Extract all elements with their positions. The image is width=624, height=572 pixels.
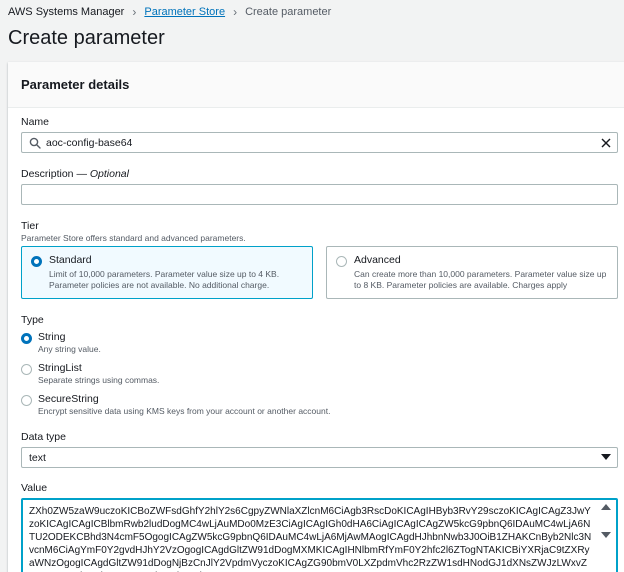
type-string-description: Any string value. xyxy=(38,344,101,354)
type-stringlist-description: Separate strings using commas. xyxy=(38,375,160,385)
data-type-label: Data type xyxy=(21,431,66,443)
tier-description: Parameter Store offers standard and adva… xyxy=(21,233,246,243)
tier-standard-description: Limit of 10,000 parameters. Parameter va… xyxy=(49,269,304,291)
data-type-select[interactable]: text xyxy=(21,447,618,468)
parameter-details-panel: Parameter details Name aoc-config-base64… xyxy=(8,62,624,572)
tier-standard-desc-line1: Limit of 10,000 parameters. Parameter va… xyxy=(49,269,280,279)
page-title: Create parameter xyxy=(8,27,165,49)
tier-standard-desc-line2: Parameter policies are not available. No… xyxy=(49,280,270,290)
description-label: Description — Optional xyxy=(21,168,129,180)
value-scrollbar[interactable] xyxy=(598,504,614,572)
name-label: Name xyxy=(21,116,50,128)
type-securestring-title: SecureString xyxy=(38,393,99,405)
value-textarea[interactable]: ZXh0ZW5zaW9uczoKICBoZWFsdGhfY2hlY2s6Cgpy… xyxy=(21,498,618,572)
type-stringlist-radio[interactable] xyxy=(21,364,32,375)
caret-down-icon[interactable] xyxy=(601,532,611,539)
breadcrumb-current: Create parameter xyxy=(245,6,332,18)
name-value: aoc-config-base64 xyxy=(46,136,133,149)
panel-title: Parameter details xyxy=(21,77,130,92)
description-input[interactable] xyxy=(21,184,618,205)
tier-standard-option[interactable]: Standard Limit of 10,000 parameters. Par… xyxy=(21,246,313,299)
tier-advanced-description: Can create more than 10,000 parameters. … xyxy=(354,269,609,291)
optional-tag: Optional xyxy=(89,168,129,180)
type-string-radio[interactable] xyxy=(21,333,32,344)
caret-up-icon[interactable] xyxy=(601,504,611,511)
close-icon[interactable] xyxy=(600,137,612,149)
name-input[interactable]: aoc-config-base64 xyxy=(21,132,618,153)
panel-header: Parameter details xyxy=(8,62,624,108)
type-string-title: String xyxy=(38,331,66,343)
tier-advanced-desc-line2: to 8 KB. Parameter policies are availabl… xyxy=(354,280,568,290)
breadcrumb: AWS Systems Manager › Parameter Store › … xyxy=(8,5,331,19)
tier-advanced-radio[interactable] xyxy=(336,256,347,267)
breadcrumb-separator: › xyxy=(132,5,137,19)
description-label-separator: — xyxy=(73,168,90,180)
tier-standard-radio[interactable] xyxy=(31,256,42,267)
type-stringlist-title: StringList xyxy=(38,362,82,374)
tier-label: Tier xyxy=(21,220,39,232)
tier-advanced-desc-line1: Can create more than 10,000 parameters. … xyxy=(354,269,607,279)
type-stringlist-option[interactable]: StringList Separate strings using commas… xyxy=(21,362,159,385)
breadcrumb-separator: › xyxy=(233,5,238,19)
tier-standard-title: Standard xyxy=(49,254,92,266)
type-string-option[interactable]: String Any string value. xyxy=(21,331,101,354)
description-label-text: Description xyxy=(21,168,74,180)
search-icon xyxy=(29,137,41,149)
tier-advanced-title: Advanced xyxy=(354,254,401,266)
breadcrumb-parameter-store[interactable]: Parameter Store xyxy=(144,6,225,18)
breadcrumb-systems-manager[interactable]: AWS Systems Manager xyxy=(8,6,124,18)
type-label: Type xyxy=(21,314,44,326)
data-type-value: text xyxy=(29,451,46,464)
value-text: ZXh0ZW5zaW9uczoKICBoZWFsdGhfY2hlY2s6Cgpy… xyxy=(29,506,592,572)
tier-advanced-option[interactable]: Advanced Can create more than 10,000 par… xyxy=(326,246,618,299)
value-label: Value xyxy=(21,482,48,494)
caret-down-icon xyxy=(601,454,611,460)
type-securestring-radio[interactable] xyxy=(21,395,32,406)
type-securestring-description: Encrypt sensitive data using KMS keys fr… xyxy=(38,406,331,416)
type-securestring-option[interactable]: SecureString Encrypt sensitive data usin… xyxy=(21,393,330,416)
